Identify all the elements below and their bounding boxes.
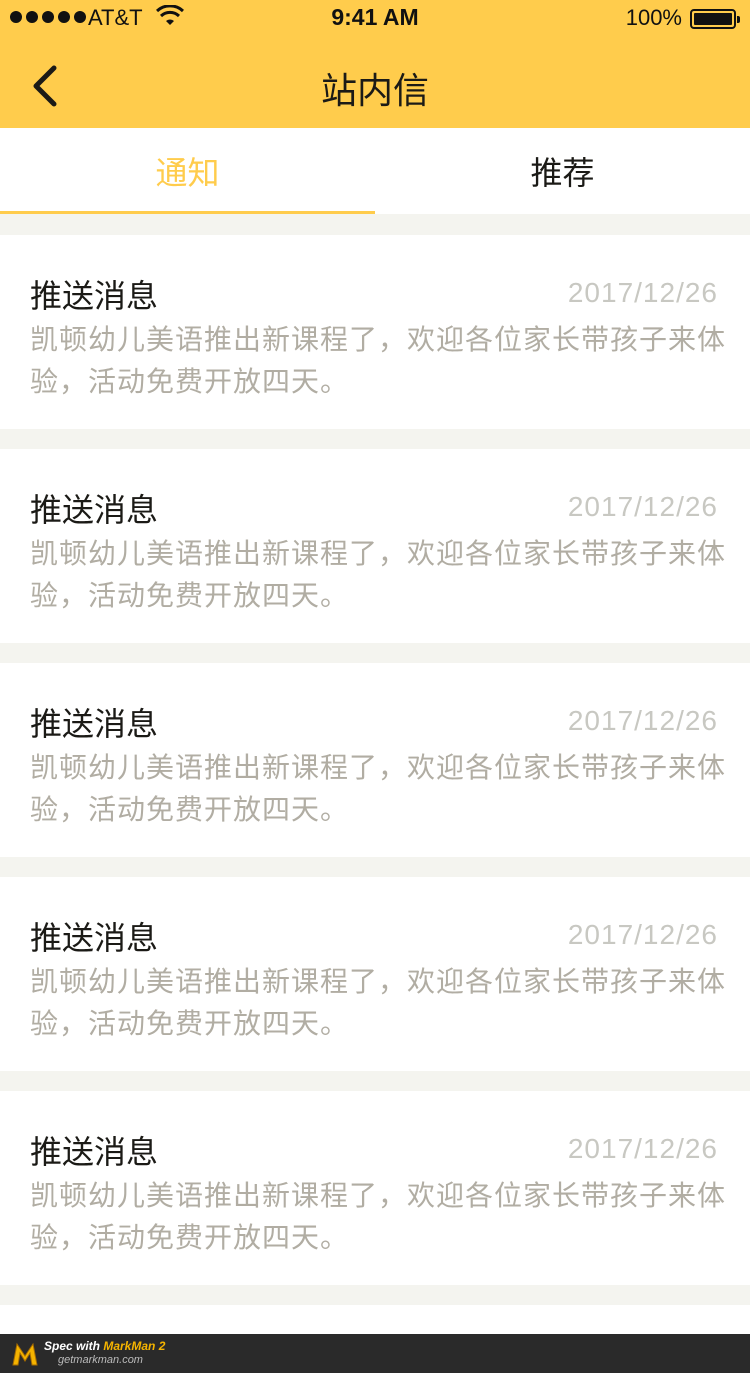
message-date: 2017/12/26	[567, 705, 718, 736]
tab-recommended[interactable]: 推荐	[375, 128, 750, 214]
message-date: 2017/12/26	[567, 919, 718, 950]
message-item[interactable]: 推送消息 2017/12/26 凯顿幼儿美语推出新课程了，欢迎各位家长带孩子来体…	[0, 663, 750, 857]
page-title: 站内信	[320, 71, 429, 112]
message-item[interactable]: 推送消息 2017/12/26 凯顿幼儿美语推出新课程了，欢迎各位家长带孩子来体…	[0, 235, 750, 429]
message-item[interactable]: 推送消息 2017/12/26 凯顿幼儿美语推出新课程了，欢迎各位家长带孩子来体…	[0, 1091, 750, 1285]
battery-icon	[690, 9, 740, 29]
status-bar: AT&T 9:41 AM 100%	[0, 0, 750, 36]
message-item[interactable]: 推送消息 2017/12/26 凯顿幼儿美语推出新课程了，欢迎各位家长带孩子来体…	[0, 449, 750, 643]
spec-brand: MarkMan 2	[103, 1339, 166, 1353]
spec-title: Spec with MarkMan 2	[44, 1339, 165, 1353]
message-item[interactable]: 推送消息 2017/12/26 凯顿幼儿美语推出新课程了，欢迎各位家长带孩子来体…	[0, 877, 750, 1071]
message-body: 凯顿幼儿美语推出新课程了，欢迎各位家长带孩子来体验，活动免费开放四天。	[30, 751, 727, 826]
message-title: 推送消息	[30, 1133, 159, 1171]
message-body: 凯顿幼儿美语推出新课程了，欢迎各位家长带孩子来体验，活动免费开放四天。	[30, 537, 727, 612]
markman-logo-icon	[12, 1342, 38, 1366]
spec-url[interactable]: getmarkman.com	[58, 1354, 143, 1366]
tab-notifications[interactable]: 通知	[0, 128, 375, 214]
message-title: 推送消息	[30, 277, 159, 315]
message-body: 凯顿幼儿美语推出新课程了，欢迎各位家长带孩子来体验，活动免费开放四天。	[30, 965, 727, 1040]
markman-spec-bar: Spec with MarkMan 2 getmarkman.com	[0, 1334, 750, 1373]
message-date: 2017/12/26	[567, 277, 718, 308]
message-title: 推送消息	[30, 491, 159, 529]
message-title: 推送消息	[30, 705, 159, 743]
message-date: 2017/12/26	[567, 491, 718, 522]
tab-bar: 通知 推荐	[0, 128, 750, 214]
active-tab-indicator	[0, 211, 375, 214]
message-title: 推送消息	[30, 919, 159, 957]
spec-prefix: Spec with	[44, 1339, 104, 1353]
battery-percentage: 100%	[625, 5, 682, 30]
app-header: AT&T 9:41 AM 100% 站内信	[0, 0, 750, 128]
message-body: 凯顿幼儿美语推出新课程了，欢迎各位家长带孩子来体验，活动免费开放四天。	[30, 1179, 727, 1254]
message-body: 凯顿幼儿美语推出新课程了，欢迎各位家长带孩子来体验，活动免费开放四天。	[30, 323, 727, 398]
message-date: 2017/12/26	[567, 1133, 718, 1164]
